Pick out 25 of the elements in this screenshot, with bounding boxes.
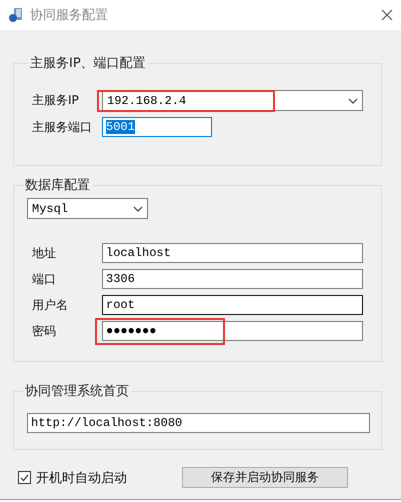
field-label: 主服务端口 <box>32 118 93 136</box>
field-label: 主服务IP <box>32 92 80 109</box>
field-label: 用户名 <box>32 296 69 314</box>
text-input[interactable]: localhost <box>102 243 363 263</box>
ip-dropdown[interactable]: 192.168.2.4 <box>102 90 363 111</box>
text-input[interactable]: root <box>102 295 363 315</box>
field-label: 地址 <box>32 244 57 262</box>
checkbox-label: 开机时自动启动 <box>36 470 127 486</box>
save-start-button[interactable]: 保存并启动协同服务 <box>182 467 348 488</box>
field-label: 端口 <box>32 270 57 288</box>
window-title: 协同服务配置 <box>30 7 109 24</box>
app-icon <box>8 7 24 23</box>
text-input[interactable]: 3306 <box>102 269 363 289</box>
group-title: 数据库配置 <box>24 177 91 194</box>
database-type-dropdown[interactable]: Mysql <box>27 198 148 219</box>
group-title: 协同管理系统首页 <box>24 383 130 400</box>
field-label: 密码 <box>32 322 57 340</box>
chevron-down-icon <box>133 206 143 212</box>
url-input[interactable]: http://localhost:8080 <box>27 413 370 433</box>
checkbox[interactable] <box>18 471 31 484</box>
text-input[interactable]: ●●●●●●● <box>102 321 363 341</box>
port-input[interactable]: 5001 <box>102 117 212 137</box>
close-icon[interactable] <box>381 9 393 21</box>
group-title: 主服务IP、端口配置 <box>29 55 147 72</box>
chevron-down-icon <box>348 98 358 104</box>
